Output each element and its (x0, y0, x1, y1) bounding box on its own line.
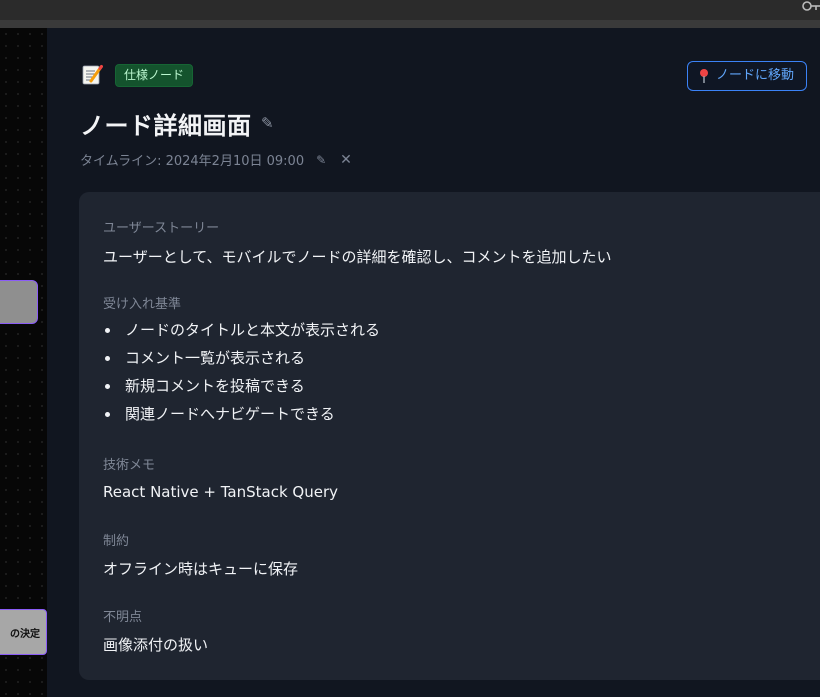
clear-timeline-icon[interactable]: ✕ (340, 152, 352, 168)
canvas-node-label: の決定 (10, 628, 40, 640)
acceptance-item: コメント一覧が表示される (103, 344, 380, 372)
unknowns-value: 画像添付の扱い (103, 636, 209, 654)
constraints-value: オフライン時はキューに保存 (103, 560, 299, 578)
window-titlebar (0, 0, 820, 20)
goto-node-button[interactable]: ノードに移動 (687, 61, 808, 91)
node-type-badge: 仕様ノード (115, 64, 194, 87)
acceptance-item: ノードのタイトルと本文が表示される (103, 316, 380, 344)
node-detail-panel: 仕様ノード ノードに移動 ノード詳細画面 ✎ タイムライン: 2024年2月10… (47, 28, 820, 697)
tech-memo-value: React Native + TanStack Query (103, 483, 338, 501)
memo-icon (82, 65, 103, 85)
edit-timeline-icon[interactable]: ✎ (316, 153, 326, 167)
unknowns-label: 不明点 (103, 610, 143, 625)
edit-title-icon[interactable]: ✎ (261, 114, 274, 132)
timeline-text: タイムライン: 2024年2月10日 09:00 (80, 154, 305, 169)
canvas-node[interactable] (0, 280, 38, 324)
timeline-row: タイムライン: 2024年2月10日 09:00 ✎ ✕ (80, 150, 352, 170)
user-story-label: ユーザーストーリー (103, 221, 220, 236)
tab-strip (0, 20, 820, 28)
constraints-label: 制約 (103, 534, 130, 549)
graph-canvas[interactable]: の決定 (0, 28, 49, 697)
tech-memo-label: 技術メモ (103, 458, 156, 473)
acceptance-item: 新規コメントを投稿できる (103, 372, 380, 400)
page-title: ノード詳細画面 (80, 112, 252, 140)
canvas-node-decision[interactable]: の決定 (0, 609, 47, 655)
acceptance-item: 関連ノードへナビゲートできる (103, 400, 380, 428)
node-content-card: ユーザーストーリー ユーザーとして、モバイルでノードの詳細を確認し、コメントを追… (79, 192, 820, 680)
goto-node-label: ノードに移動 (716, 68, 795, 83)
user-story-value: ユーザーとして、モバイルでノードの詳細を確認し、コメントを追加したい (103, 248, 612, 266)
key-icon[interactable] (800, 0, 820, 14)
acceptance-label: 受け入れ基準 (103, 297, 182, 312)
pin-icon (700, 69, 708, 83)
acceptance-list: ノードのタイトルと本文が表示される コメント一覧が表示される 新規コメントを投稿… (103, 316, 380, 428)
